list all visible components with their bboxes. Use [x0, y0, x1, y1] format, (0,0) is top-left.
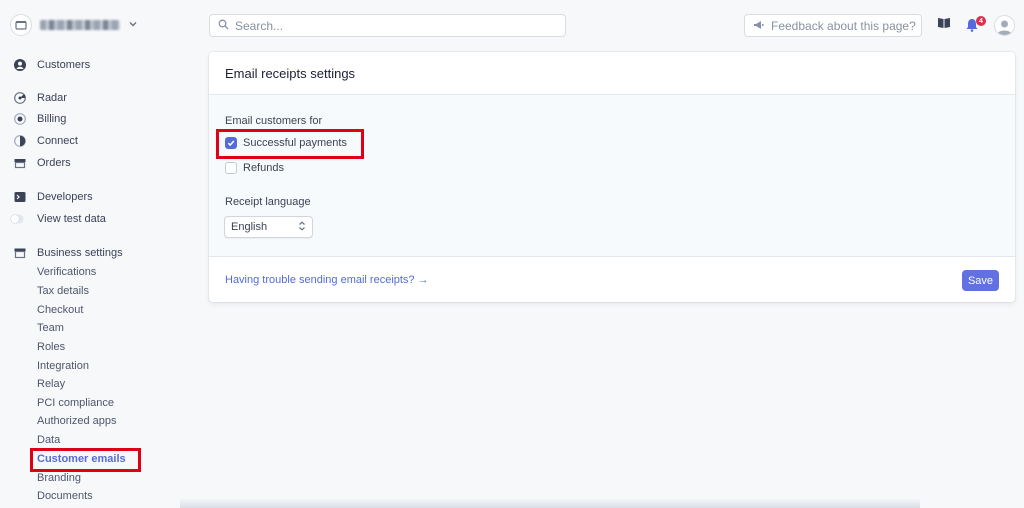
sidebar-subitem-branding[interactable]: Branding [37, 472, 81, 486]
sidebar-subitem-checkout[interactable]: Checkout [37, 304, 83, 318]
search-input[interactable] [235, 18, 555, 33]
card-title: Email receipts settings [209, 52, 1015, 95]
sidebar-subitem-documents[interactable]: Documents [37, 490, 93, 504]
sidebar-item-orders[interactable]: Orders [14, 155, 71, 171]
sidebar-item-customers[interactable]: Customers [14, 57, 90, 73]
sidebar-subitem-relay[interactable]: Relay [37, 378, 65, 392]
search-bar[interactable] [209, 14, 566, 37]
card-footer: Having trouble sending email receipts? →… [209, 256, 1015, 302]
account-switcher[interactable] [10, 14, 138, 36]
store-icon [14, 247, 26, 259]
email-troubleshoot-link[interactable]: Having trouble sending email receipts? → [225, 274, 429, 286]
email-customers-label: Email customers for [225, 115, 323, 127]
account-name-blurred [40, 20, 120, 30]
sidebar-item-label: Orders [37, 157, 71, 169]
receipt-language-select[interactable]: English [224, 216, 313, 238]
sidebar-subitem-pci-compliance[interactable]: PCI compliance [37, 397, 114, 411]
card-body: Email customers for Successful payments … [209, 95, 1015, 256]
connect-icon [14, 135, 26, 147]
store-icon [10, 14, 32, 36]
feedback-label: Feedback about this page? [771, 18, 916, 33]
search-icon [218, 17, 229, 35]
receipt-language-value: English [231, 221, 268, 233]
sidebar-item-developers[interactable]: Developers [14, 189, 93, 205]
sidebar-subitem-team[interactable]: Team [37, 322, 64, 336]
sidebar-subitem-data[interactable]: Data [37, 434, 60, 448]
email-receipts-card: Email receipts settings Email customers … [209, 52, 1015, 302]
receipt-language-label: Receipt language [225, 196, 311, 208]
terminal-icon [14, 191, 26, 203]
sidebar-item-radar[interactable]: Radar [14, 90, 67, 106]
user-avatar[interactable] [994, 15, 1015, 36]
sidebar-item-billing[interactable]: Billing [14, 111, 66, 127]
sidebar-subitem-tax-details[interactable]: Tax details [37, 285, 89, 299]
sidebar-item-label: Business settings [37, 247, 123, 259]
highlight-box-successful-payments [216, 129, 364, 159]
radar-icon [14, 92, 26, 104]
sidebar-subitem-verifications[interactable]: Verifications [37, 266, 96, 280]
save-button[interactable]: Save [962, 270, 999, 291]
person-icon [14, 59, 26, 71]
toggle-switch[interactable] [10, 213, 24, 225]
sidebar-item-label: Developers [37, 191, 93, 203]
sidebar-subitem-roles[interactable]: Roles [37, 341, 65, 355]
sidebar-subitem-integration[interactable]: Integration [37, 360, 89, 374]
sidebar-item-label: Radar [37, 92, 67, 104]
sidebar-item-business-settings[interactable]: Business settings [14, 245, 123, 261]
sidebar-item-label: View test data [37, 213, 106, 225]
chevron-down-icon [128, 16, 138, 34]
feedback-button[interactable]: Feedback about this page? [744, 14, 922, 37]
refunds-label: Refunds [243, 162, 284, 174]
orders-icon [14, 157, 26, 169]
sidebar-subitem-authorized-apps[interactable]: Authorized apps [37, 415, 117, 429]
sidebar-item-label: Customers [37, 59, 91, 71]
top-bar: Feedback about this page? 4 [0, 0, 1024, 52]
highlight-box-customer-emails [30, 448, 141, 472]
refunds-option[interactable]: Refunds [225, 162, 284, 174]
notification-badge: 4 [976, 16, 986, 26]
billing-icon [14, 113, 26, 125]
sidebar-item-connect[interactable]: Connect [14, 133, 78, 149]
book-icon[interactable] [937, 16, 951, 35]
chevron-up-down-icon [298, 220, 306, 234]
bottom-scroll-shadow [180, 498, 920, 508]
sidebar-item-view-test-data[interactable]: View test data [10, 211, 106, 227]
megaphone-icon [753, 19, 764, 33]
sidebar-item-label: Connect [37, 135, 78, 147]
sidebar-item-label: Billing [37, 113, 67, 125]
refunds-checkbox[interactable] [225, 162, 237, 174]
